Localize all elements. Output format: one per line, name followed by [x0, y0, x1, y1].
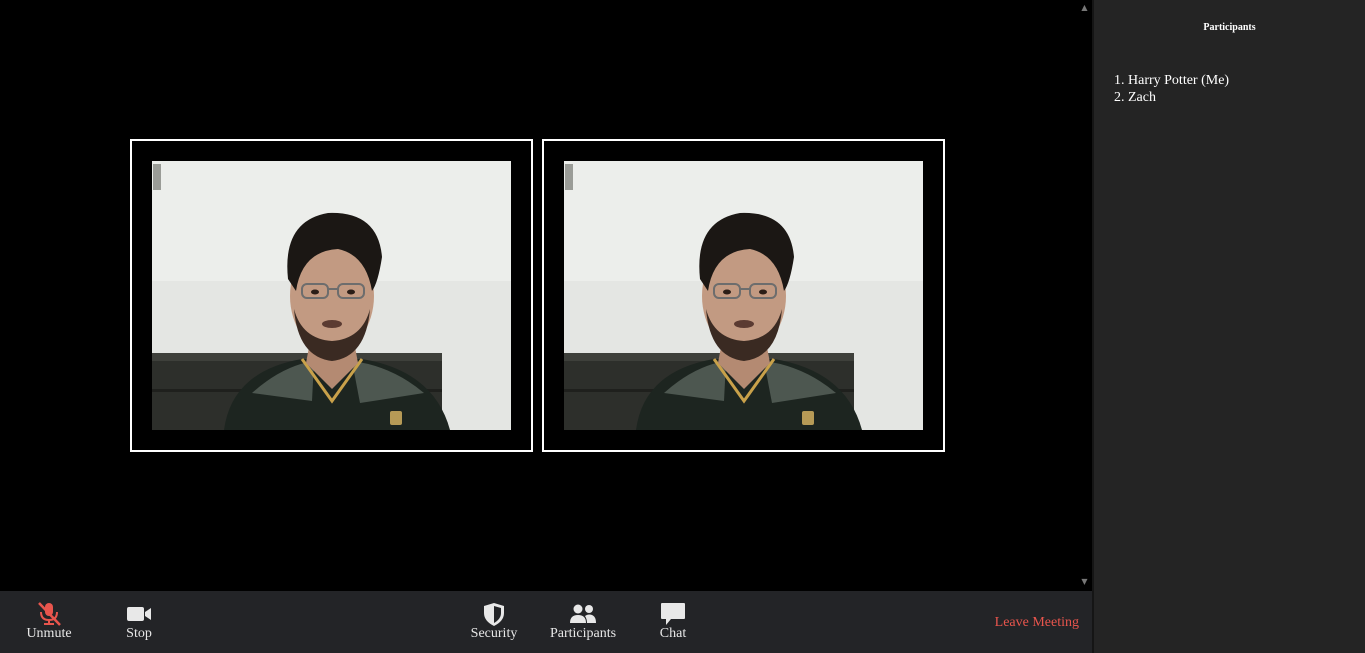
webcam-feed [152, 161, 511, 430]
video-stage [0, 0, 1077, 591]
security-button[interactable]: Security [462, 591, 526, 653]
muted-microphone-icon [38, 602, 61, 626]
scroll-up-icon[interactable]: ▲ [1077, 1, 1092, 15]
participants-button[interactable]: Participants [543, 591, 623, 653]
stop-label: Stop [126, 626, 152, 641]
participant-item[interactable]: 1. Harry Potter (Me) [1114, 72, 1229, 89]
participants-label: Participants [549, 626, 617, 641]
meeting-app: ▲ ▼ Unmute Stop Security Participants Ch… [0, 0, 1365, 653]
people-icon [570, 604, 596, 623]
participants-panel: Participants 1. Harry Potter (Me) 2. Zac… [1094, 0, 1365, 653]
chat-bubble-icon [661, 603, 685, 625]
shield-icon [484, 603, 504, 626]
video-tile-participant[interactable] [542, 139, 945, 452]
security-label: Security [470, 626, 518, 641]
scroll-down-icon[interactable]: ▼ [1077, 575, 1092, 589]
meeting-toolbar: Unmute Stop Security Participants Chat L… [0, 591, 1092, 653]
stage-scrollbar[interactable]: ▲ ▼ [1077, 0, 1092, 591]
unmute-label: Unmute [26, 626, 72, 641]
webcam-image [564, 161, 923, 430]
video-tile-self[interactable] [130, 139, 533, 452]
stop-video-button[interactable]: Stop [114, 591, 164, 653]
video-camera-icon [127, 607, 151, 621]
participant-list: 1. Harry Potter (Me) 2. Zach [1114, 72, 1229, 106]
chat-label: Chat [659, 626, 687, 641]
webcam-image [152, 161, 511, 430]
panel-title: Participants [1203, 22, 1256, 33]
unmute-button[interactable]: Unmute [19, 591, 79, 653]
participant-item[interactable]: 2. Zach [1114, 89, 1229, 106]
webcam-feed [564, 161, 923, 430]
leave-meeting-button[interactable]: Leave Meeting [995, 615, 1079, 631]
chat-button[interactable]: Chat [650, 591, 696, 653]
